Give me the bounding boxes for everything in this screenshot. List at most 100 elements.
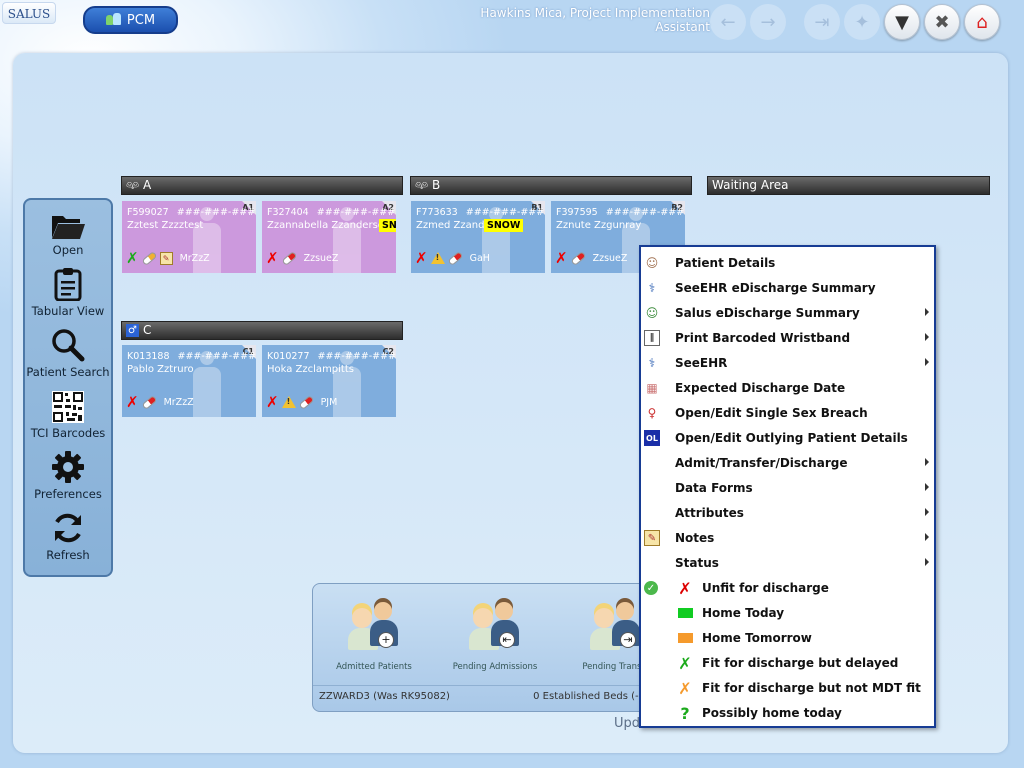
status-possibly-home-today[interactable]: ? Possibly home today xyxy=(641,700,934,725)
patient-number-row: F773633 ###-###-#### xyxy=(416,207,545,218)
status-home-tomorrow[interactable]: Home Tomorrow xyxy=(641,625,934,650)
orange-cross-icon: ✗ xyxy=(678,678,692,698)
status-unfit-for-discharge[interactable]: ✓ ✗ Unfit for discharge xyxy=(641,575,934,600)
established-beds: 0 Established Beds (-6 xyxy=(533,691,645,702)
menu-item-salus-edischarge[interactable]: ☺ Salus eDischarge Summary xyxy=(641,300,934,325)
menu-item-admit-transfer-discharge[interactable]: Admit/Transfer/Discharge xyxy=(641,450,934,475)
patient-number-row: F397595 ###-###-#### xyxy=(556,207,685,218)
flag-badge: SNOW xyxy=(484,219,524,232)
admitted-patients-label: Admitted Patients xyxy=(336,662,412,672)
staff-initials: MrZzZ xyxy=(163,396,194,408)
green-cross-icon: ✗ xyxy=(126,249,139,267)
bed-card-a1[interactable]: A1 F599027 ###-###-#### Zztest Zzzztest ✗… xyxy=(122,201,256,273)
bed-card-a2[interactable]: A2 F327404 ###-###-#### Zzannabella Zzand… xyxy=(262,201,396,273)
tabular-view-button[interactable]: Tabular View xyxy=(25,267,111,327)
home-button[interactable]: ⌂ xyxy=(964,4,1000,40)
menu-item-notes[interactable]: ✎ Notes xyxy=(641,525,934,550)
submenu-arrow-icon xyxy=(925,358,929,366)
patient-search-button[interactable]: Patient Search xyxy=(25,328,111,388)
top-bar: SALUS PCM Hawkins Mica, Project Implemen… xyxy=(0,0,1024,44)
menu-item-label: Open/Edit Outlying Patient Details xyxy=(675,430,908,445)
network-button[interactable]: ✦ xyxy=(844,4,880,40)
menu-item-label: Attributes xyxy=(675,505,744,520)
barcode-icon: ∥ xyxy=(644,330,660,346)
submenu-arrow-icon xyxy=(925,558,929,566)
menu-item-attributes[interactable]: Attributes xyxy=(641,500,934,525)
status-fit-but-delayed[interactable]: ✗ Fit for discharge but delayed xyxy=(641,650,934,675)
patient-name: Pablo Zztruro xyxy=(127,364,194,375)
pending-admissions-button[interactable]: ⇤ Pending Admissions xyxy=(440,602,550,672)
logout-icon: ⇥ xyxy=(814,11,830,33)
close-button[interactable]: ✖ xyxy=(924,4,960,40)
menu-item-seeehr[interactable]: ⚕ SeeEHR xyxy=(641,350,934,375)
submenu-arrow-icon xyxy=(925,508,929,516)
menu-item-outlying-patient[interactable]: OL Open/Edit Outlying Patient Details xyxy=(641,425,934,450)
menu-item-seeehr-edischarge[interactable]: ⚕ SeeEHR eDischarge Summary xyxy=(641,275,934,300)
refresh-button[interactable]: Refresh xyxy=(25,511,111,571)
menu-item-label: Admit/Transfer/Discharge xyxy=(675,455,848,470)
status-label: Possibly home today xyxy=(702,705,842,720)
menu-item-expected-discharge[interactable]: ▦ Expected Discharge Date xyxy=(641,375,934,400)
bed-card-c1[interactable]: C1 K013188 ###-###-#### Pablo Zztruro ✗ M… xyxy=(122,345,256,417)
submenu-arrow-icon xyxy=(925,533,929,541)
admitted-patients-button[interactable]: + Admitted Patients xyxy=(319,602,429,672)
ward-header-b[interactable]: 👫︎ B xyxy=(410,176,692,195)
menu-item-label: SeeEHR eDischarge Summary xyxy=(675,280,876,295)
menu-item-print-wristband[interactable]: ∥ Print Barcoded Wristband xyxy=(641,325,934,350)
tci-barcodes-button[interactable]: TCI Barcodes xyxy=(25,389,111,449)
refresh-label: Refresh xyxy=(46,548,90,562)
filter-button[interactable]: ▼ xyxy=(884,4,920,40)
ward-c-label: C xyxy=(143,323,152,337)
flag-badge: SN xyxy=(379,219,396,232)
ward-header-c[interactable]: ♂ C xyxy=(121,321,403,340)
logout-button[interactable]: ⇥ xyxy=(804,4,840,40)
people-icon xyxy=(105,13,122,27)
salus-person-icon: ☺ xyxy=(645,306,659,320)
patient-hash: ###-###-#### xyxy=(316,207,396,218)
outlier-icon: OL xyxy=(644,430,660,446)
male-icon: ♂ xyxy=(126,324,139,337)
ward-header-a[interactable]: 👫︎ A xyxy=(121,176,403,195)
status-home-today[interactable]: Home Today xyxy=(641,600,934,625)
patient-number-row: F327404 ###-###-#### xyxy=(267,207,396,218)
left-navigation: Open Tabular View Patient Search TCI Bar… xyxy=(23,198,113,577)
forward-button[interactable]: → xyxy=(750,4,786,40)
patient-number: F599027 xyxy=(127,207,169,218)
submenu-arrow-icon xyxy=(925,483,929,491)
red-cross-icon: ✗ xyxy=(678,578,692,598)
bed-card-b1[interactable]: B1 F773633 ###-###-#### Zzmed Zzandy SNOW… xyxy=(411,201,545,273)
home-icon: ⌂ xyxy=(976,11,988,33)
menu-item-label: Expected Discharge Date xyxy=(675,380,846,395)
patient-name: Zztest Zzzztest xyxy=(127,220,204,231)
back-button[interactable]: ← xyxy=(710,4,746,40)
open-label: Open xyxy=(52,243,84,257)
ehr-icon: ⚕ xyxy=(648,356,656,370)
warning-icon xyxy=(430,252,445,264)
preferences-button[interactable]: Preferences xyxy=(25,450,111,510)
waiting-area-header[interactable]: Waiting Area xyxy=(707,176,990,195)
close-icon: ✖ xyxy=(934,11,950,33)
open-button[interactable]: Open xyxy=(25,206,111,266)
staff-initials: ZzsueZ xyxy=(303,252,339,264)
patient-search-label: Patient Search xyxy=(26,365,110,379)
refresh-icon xyxy=(55,513,81,543)
gender-symbol-icon: ♀ xyxy=(647,406,657,420)
menu-item-label: Open/Edit Single Sex Breach xyxy=(675,405,868,420)
menu-item-data-forms[interactable]: Data Forms xyxy=(641,475,934,500)
bed-card-c2[interactable]: C2 K010277 ###-###-#### Hoka Zzclampitts … xyxy=(262,345,396,417)
status-label: Unfit for discharge xyxy=(702,580,829,595)
user-title: Hawkins Mica, Project Implementation Ass… xyxy=(480,6,710,34)
menu-item-patient-details[interactable]: ☺ Patient Details xyxy=(641,250,934,275)
status-label: Fit for discharge but not MDT fit xyxy=(702,680,921,695)
pcm-button[interactable]: PCM xyxy=(83,6,178,34)
menu-item-label: Data Forms xyxy=(675,480,753,495)
ehr-icon: ⚕ xyxy=(648,281,656,295)
submenu-arrow-icon xyxy=(925,458,929,466)
menu-item-status[interactable]: Status xyxy=(641,550,934,575)
menu-item-label: Status xyxy=(675,555,719,570)
status-fit-not-mdt[interactable]: ✗ Fit for discharge but not MDT fit xyxy=(641,675,934,700)
menu-item-label: Print Barcoded Wristband xyxy=(675,330,851,345)
menu-item-single-sex-breach[interactable]: ♀ Open/Edit Single Sex Breach xyxy=(641,400,934,425)
pcm-label: PCM xyxy=(126,12,156,28)
pending-transfers-icon: ⇥ xyxy=(590,602,642,654)
